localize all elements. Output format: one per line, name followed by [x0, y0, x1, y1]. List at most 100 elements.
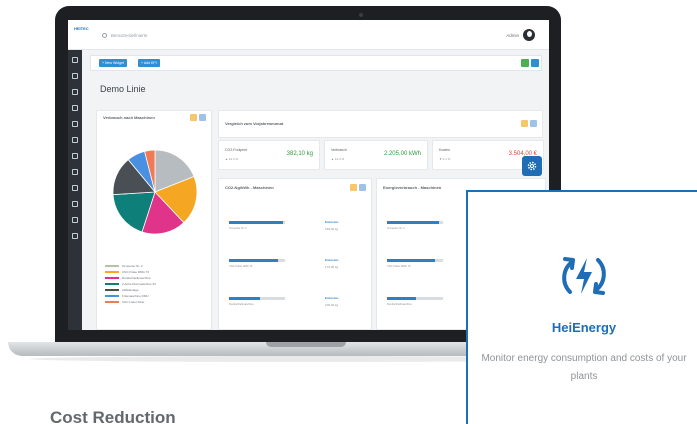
product-description: Monitor energy consumption and costs of …: [481, 353, 687, 382]
bar-fill: [387, 221, 439, 224]
chart-icon[interactable]: [72, 185, 78, 191]
heienergy-card[interactable]: HeiEnergy Monitor energy consumption and…: [466, 190, 697, 424]
co2-machines-card: CO2-Ng/kWh - Maschinen Temperier Nr. 2 Em…: [218, 178, 372, 330]
app-topbar: HEITEC Benutzerdefinierte Admin: [68, 20, 549, 50]
consumption-pie-chart: [112, 149, 198, 235]
legend-swatch: [105, 271, 119, 273]
legend-label: 3-Achs-Drehmaschine 33: [122, 282, 156, 286]
search-input[interactable]: Benutzerdefinierte: [102, 30, 262, 40]
bar-metric-label: Emission: [325, 220, 339, 224]
kpi-value: 2.205,00 kWh: [383, 151, 421, 157]
legend-swatch: [105, 289, 119, 291]
kpi-trend: ▲ 12,3 %: [331, 157, 345, 161]
bar-track: [229, 297, 285, 300]
bar-track: [387, 221, 443, 224]
bar-metric-label: Emission: [325, 296, 339, 300]
comparison-header-card: Vergleich zum Vorjahresmonat: [218, 110, 543, 138]
compare-card-actions: [521, 120, 537, 127]
pie-legend: Temperier Nr. 2 CNC Fräse DMG 70 Rundschle…: [105, 263, 156, 305]
legend-swatch: [105, 265, 119, 267]
bar-metric-value: 168,00 kg: [325, 227, 339, 231]
bar-metric-value: 108,00 kg: [325, 303, 339, 307]
kpi-card-co2[interactable]: CO2-Footprint ▲ 12,3 % 382,10 kg: [218, 140, 320, 170]
add-kpi-button[interactable]: + Add KPI: [138, 59, 160, 67]
lock-icon[interactable]: [72, 233, 78, 239]
bar-caption: CNC Fräse DMG 70: [387, 265, 411, 268]
bar-fill: [229, 297, 260, 300]
compare-card-title: Vergleich zum Vorjahresmonat: [225, 121, 284, 126]
laptop-camera: [359, 13, 363, 17]
bar-metric-label: Emission: [325, 258, 339, 262]
save-icon[interactable]: [521, 59, 529, 67]
co2-card-actions: [350, 184, 366, 191]
page-title: Demo Linie: [100, 84, 146, 94]
edit-icon[interactable]: [531, 59, 539, 67]
legend-label: CNC Fräse DMG 70: [122, 270, 150, 274]
pie-chart-card: Verbrauch nach Maschinen Temperier Nr. 2…: [96, 110, 212, 330]
document-icon[interactable]: [72, 105, 78, 111]
product-title: HeiEnergy: [551, 320, 617, 335]
kpi-label: Kosten: [439, 148, 450, 152]
kpi-card-consumption[interactable]: Verbrauch ▲ 12,3 % 2.205,00 kWh: [324, 140, 428, 170]
co2-card-title: CO2-Ng/kWh - Maschinen: [225, 185, 274, 190]
kpi-label: CO2-Footprint: [225, 148, 248, 152]
legend-label: Rundschleifmaschine: [122, 276, 151, 280]
bar-metric-value: 170,00 kg: [325, 265, 339, 269]
bar-fill: [229, 259, 279, 262]
search-icon: [102, 32, 107, 38]
bar-caption: Temperier Nr. 2: [387, 227, 405, 230]
laptop-notch: [266, 342, 346, 347]
bar-track: [387, 297, 443, 300]
legend-swatch: [105, 283, 119, 285]
pin-icon[interactable]: [190, 114, 197, 121]
energy-card-title: Energieverbrauch - Maschinen: [383, 185, 442, 190]
legend-label: Abfüllanlage: [122, 288, 139, 292]
legend-label: CNC Laser Fiber: [122, 300, 145, 304]
gear-icon: [527, 161, 537, 171]
search-placeholder: Benutzerdefinierte: [111, 32, 148, 38]
legend-swatch: [105, 277, 119, 279]
sidebar: [68, 50, 82, 330]
expand-icon[interactable]: [199, 114, 206, 121]
new-widget-button[interactable]: + New Widget: [99, 59, 127, 67]
user-menu[interactable]: Admin: [506, 29, 535, 41]
bar-caption: Temperier Nr. 2: [229, 227, 247, 230]
avatar: [523, 29, 535, 41]
bar-caption: Rundschleifmaschine: [229, 303, 254, 306]
legend-swatch: [105, 301, 119, 303]
bar-fill: [229, 221, 283, 224]
dashboard-icon[interactable]: [72, 73, 78, 79]
kpi-value: 382,10 kg: [286, 151, 313, 157]
energy-bolt-icon: [562, 257, 606, 295]
bar-caption: Rundschleifmaschine: [387, 303, 412, 306]
list-icon[interactable]: [72, 153, 78, 159]
marketing-stage: HEITEC Benutzerdefinierte Admin + New Wi…: [0, 0, 697, 424]
home-icon[interactable]: [72, 57, 78, 63]
database-icon[interactable]: [72, 169, 78, 175]
bar-track: [387, 259, 443, 262]
legend-label: Temperier Nr. 2: [122, 264, 143, 268]
kpi-label: Verbrauch: [331, 148, 347, 152]
pin-icon[interactable]: [350, 184, 357, 191]
pin-icon[interactable]: [521, 120, 528, 127]
calendar-icon[interactable]: [72, 89, 78, 95]
pie-card-title: Verbrauch nach Maschinen: [103, 115, 155, 120]
action-bar: + New Widget + Add KPI: [90, 55, 542, 71]
clock-icon[interactable]: [72, 137, 78, 143]
bar-track: [229, 259, 285, 262]
settings-icon[interactable]: [72, 121, 78, 127]
settings-button[interactable]: [522, 156, 542, 176]
legend-item[interactable]: CNC Laser Fiber: [105, 299, 156, 305]
kpi-trend: ▼ 4,1 %: [439, 157, 451, 161]
report-icon[interactable]: [72, 217, 78, 223]
section-heading: Cost Reduction: [50, 408, 176, 424]
kpi-trend: ▲ 12,3 %: [225, 157, 239, 161]
bar-track: [229, 221, 285, 224]
expand-icon[interactable]: [359, 184, 366, 191]
legend-swatch: [105, 295, 119, 297]
tools-icon[interactable]: [72, 201, 78, 207]
bar-fill: [387, 259, 436, 262]
expand-icon[interactable]: [530, 120, 537, 127]
user-name: Admin: [506, 32, 519, 38]
app-logo[interactable]: HEITEC: [74, 26, 89, 31]
